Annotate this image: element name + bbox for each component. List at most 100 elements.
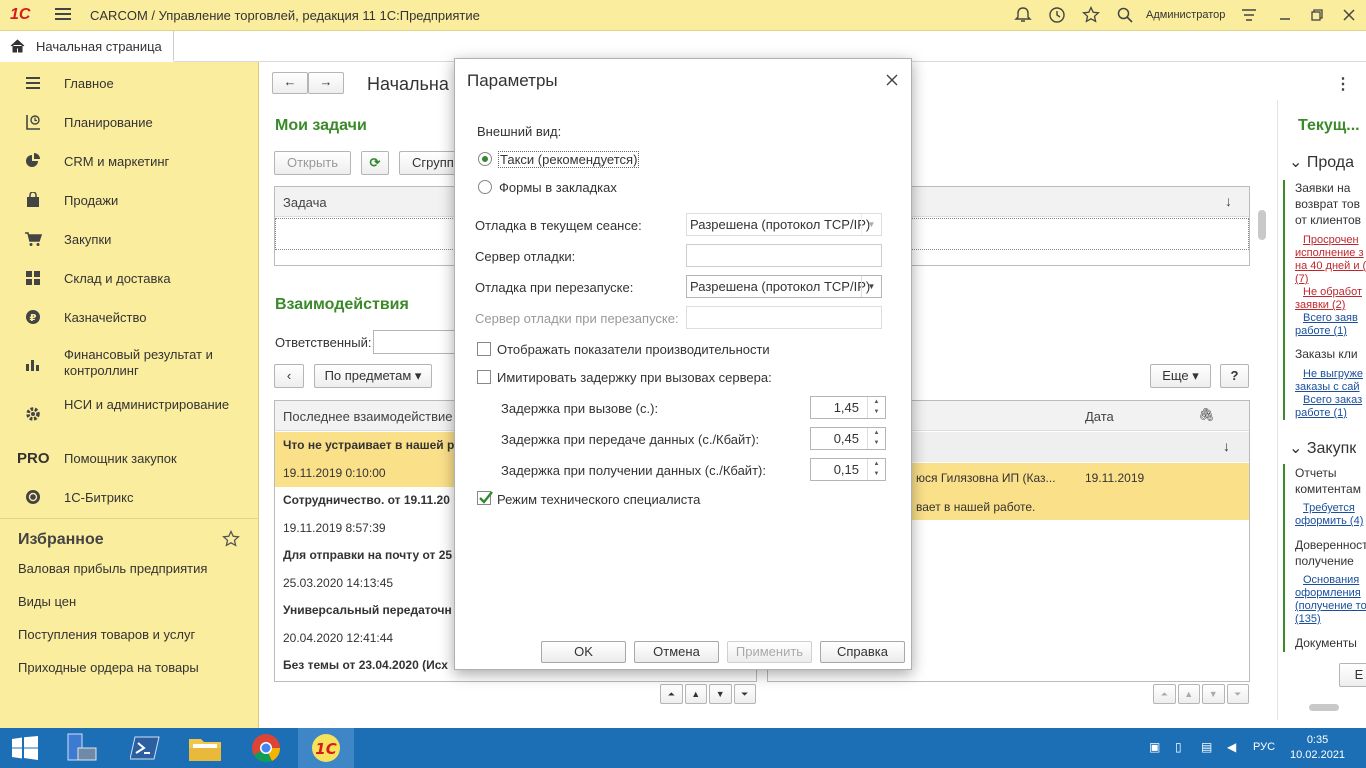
delay-checkbox[interactable] — [477, 370, 491, 384]
refresh-icon[interactable]: ⟳ — [361, 151, 389, 175]
favorite-link[interactable]: Приходные ордера на товары — [18, 660, 199, 675]
last-icon[interactable]: ⏷ — [733, 684, 756, 704]
required-link[interactable]: оформить (4) — [1295, 515, 1363, 528]
powershell-icon[interactable] — [116, 728, 172, 768]
sort-arrow-icon[interactable]: ↓ — [1223, 438, 1230, 454]
tech-mode-label[interactable]: Режим технического специалиста — [497, 492, 700, 507]
network-icon[interactable]: ▣ — [1149, 740, 1160, 754]
column-last-interaction[interactable]: Последнее взаимодействие — [283, 409, 452, 424]
help-dialog-button[interactable]: Справка — [820, 641, 905, 663]
up-icon[interactable]: ▲ — [1177, 684, 1200, 704]
1c-enterprise-icon[interactable]: 1С — [298, 728, 354, 768]
more-button[interactable]: Еще ▾ — [1150, 364, 1211, 388]
unprocessed-link[interactable]: Не обработ — [1303, 286, 1362, 299]
help-button[interactable]: ? — [1220, 364, 1249, 388]
delay-send-input[interactable]: 0,45 ▲ ▼ — [810, 427, 886, 450]
sort-arrow-icon[interactable]: ↓ — [1225, 193, 1232, 209]
scrollbar[interactable] — [1258, 210, 1266, 240]
column-task[interactable]: Задача — [283, 195, 327, 210]
radio-taxi[interactable] — [478, 152, 492, 166]
not-unloaded-link[interactable]: заказы с сай — [1295, 381, 1360, 394]
reasons-link[interactable]: Основания — [1303, 574, 1359, 587]
history-icon[interactable] — [1048, 6, 1066, 24]
up-icon[interactable]: ▲ — [684, 684, 707, 704]
debug-server-input[interactable] — [686, 244, 882, 267]
delay-label[interactable]: Имитировать задержку при вызовах сервера… — [497, 370, 772, 385]
sidebar-item-purchases[interactable]: Закупки — [0, 223, 259, 255]
overdue-link[interactable]: на 40 дней и ( — [1295, 260, 1366, 273]
tech-mode-checkbox[interactable] — [477, 491, 493, 505]
debug-current-select[interactable]: Разрешена (протокол TCP/IP) ▼ — [686, 213, 882, 236]
overdue-link[interactable]: (7) — [1295, 273, 1308, 286]
bell-icon[interactable] — [1014, 6, 1032, 24]
delay-recv-input[interactable]: 0,15 ▲ ▼ — [810, 458, 886, 481]
ok-button[interactable]: OK — [541, 641, 626, 663]
total-work-link[interactable]: Всего заяв — [1303, 312, 1358, 325]
overdue-link[interactable]: исполнение з — [1295, 247, 1364, 260]
favorite-link[interactable]: Виды цен — [18, 594, 76, 609]
overdue-link[interactable]: Просрочен — [1303, 234, 1359, 247]
windows-start-icon[interactable] — [0, 728, 56, 768]
sidebar-item-bitrix[interactable]: 1С-Битрикс — [0, 481, 259, 513]
search-icon[interactable] — [1116, 6, 1134, 24]
sidebar-item-treasury[interactable]: ₽ Казначейство — [0, 301, 259, 333]
by-subject-dropdown[interactable]: По предметам ▾ — [314, 364, 432, 388]
sales-section[interactable]: ⌄ Прода — [1289, 152, 1354, 172]
group-button[interactable]: Сгрупп — [399, 151, 459, 175]
reasons-link[interactable]: (135) — [1295, 613, 1321, 626]
minimize-icon[interactable] — [1276, 6, 1294, 24]
perf-label[interactable]: Отображать показатели производительности — [497, 342, 770, 357]
favorite-link[interactable]: Поступления товаров и услуг — [18, 627, 195, 642]
debug-restart-server-input[interactable] — [686, 306, 882, 329]
radio-taxi-label[interactable]: Такси (рекомендуется) — [498, 151, 640, 168]
user-name[interactable]: Администратор — [1146, 9, 1225, 21]
total-orders-link[interactable]: работе (1) — [1295, 407, 1347, 420]
star-icon[interactable] — [222, 530, 240, 548]
clock[interactable]: 0:35 10.02.2021 — [1290, 733, 1345, 763]
first-icon[interactable]: ⏶ — [1153, 684, 1176, 704]
total-orders-link[interactable]: Всего заказ — [1303, 394, 1362, 407]
unprocessed-link[interactable]: заявки (2) — [1295, 299, 1345, 312]
spin-icon[interactable]: ▲ ▼ — [867, 397, 885, 418]
action-center-icon[interactable]: ▤ — [1201, 740, 1212, 754]
purchases-section[interactable]: ⌄ Закупк — [1289, 438, 1356, 458]
sidebar-item-crm[interactable]: CRM и маркетинг — [0, 145, 259, 177]
server-manager-icon[interactable] — [56, 728, 112, 768]
down-icon[interactable]: ▼ — [1202, 684, 1225, 704]
sidebar-item-main[interactable]: Главное — [0, 67, 259, 99]
file-explorer-icon[interactable] — [178, 728, 234, 768]
tab-home[interactable]: Начальная страница — [0, 31, 174, 62]
perf-checkbox[interactable] — [477, 342, 491, 356]
delay-call-input[interactable]: 1,45 ▲ ▼ — [810, 396, 886, 419]
sidebar-item-planning[interactable]: Планирование — [0, 106, 259, 138]
sidebar-item-nsi[interactable]: НСИ и администрирование — [0, 390, 259, 438]
settings-menu-icon[interactable] — [1240, 6, 1258, 24]
cancel-button[interactable]: Отмена — [634, 641, 719, 663]
reasons-link[interactable]: оформления — [1295, 587, 1361, 600]
last-icon[interactable]: ⏷ — [1226, 684, 1249, 704]
sidebar-item-warehouse[interactable]: Склад и доставка — [0, 262, 259, 294]
radio-tabs[interactable] — [478, 180, 492, 194]
sidebar-item-purchase-assistant[interactable]: PRO Помощник закупок — [0, 442, 259, 474]
hamburger-menu-icon[interactable] — [55, 7, 71, 21]
not-unloaded-link[interactable]: Не выгруже — [1303, 368, 1363, 381]
star-icon[interactable] — [1082, 6, 1100, 24]
close-icon[interactable] — [885, 73, 899, 87]
total-work-link[interactable]: работе (1) — [1295, 325, 1347, 338]
forward-button[interactable]: → — [308, 72, 344, 94]
responsible-input[interactable] — [373, 330, 463, 354]
e-button[interactable]: Е — [1339, 663, 1366, 687]
column-date[interactable]: Дата — [1085, 409, 1114, 424]
down-icon[interactable]: ▼ — [709, 684, 732, 704]
sidebar-item-sales[interactable]: Продажи — [0, 184, 259, 216]
reasons-link[interactable]: (получение то — [1295, 600, 1366, 613]
apply-button[interactable]: Применить — [727, 641, 812, 663]
spin-icon[interactable]: ▲ ▼ — [867, 459, 885, 480]
favorite-link[interactable]: Валовая прибыль предприятия — [18, 561, 207, 576]
scrollbar[interactable] — [1309, 704, 1339, 711]
debug-restart-select[interactable]: Разрешена (протокол TCP/IP) ▼ — [686, 275, 882, 298]
prev-button[interactable]: ‹ — [274, 364, 304, 388]
volume-icon[interactable]: ◀ — [1227, 740, 1236, 754]
close-window-icon[interactable] — [1340, 6, 1358, 24]
chrome-icon[interactable] — [238, 728, 294, 768]
